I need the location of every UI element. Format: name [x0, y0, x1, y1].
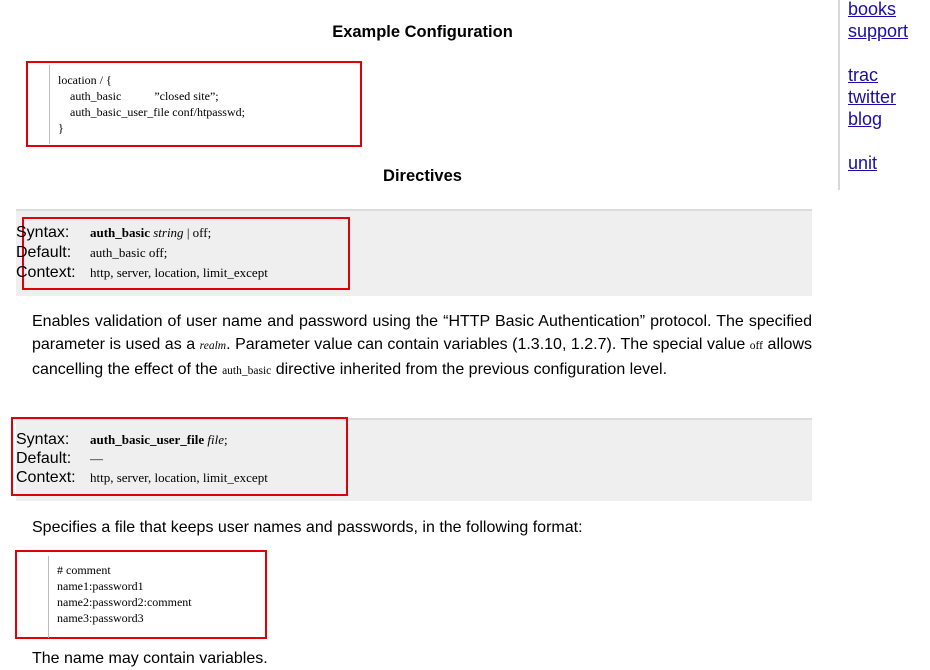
directive-name: auth_basic [90, 225, 150, 240]
off-code: off [749, 340, 763, 352]
trailing-text: The name may contain variables. [32, 650, 268, 667]
example-heading: Example Configuration [332, 23, 513, 41]
directives-heading: Directives [383, 167, 462, 185]
nav-link-support[interactable]: support [848, 20, 908, 42]
code-line: # comment [57, 563, 111, 577]
code-line: } [58, 121, 64, 135]
context-value: http, server, location, limit_except [90, 470, 268, 485]
code-line: name1:password1 [57, 579, 144, 593]
desc-text: . Parameter value can contain variables … [226, 336, 750, 353]
format-code-block: # comment name1:password1 name2:password2:… [48, 556, 192, 638]
directive-rest: | off; [183, 225, 212, 240]
user-file-description: Specifies a file that keeps user names a… [32, 519, 583, 536]
user-file-syntax-row: Syntax: auth_basic_user_file file; [16, 430, 228, 450]
code-line: auth_basic_user_file conf/htpasswd; [58, 105, 245, 119]
context-value: http, server, location, limit_except [90, 265, 268, 280]
code-line: location / { [58, 73, 112, 87]
auth-basic-description: Enables validation of user name and pass… [32, 310, 812, 383]
default-value: — [90, 451, 103, 466]
context-label: Context: [16, 264, 76, 281]
user-file-context-row: Context: http, server, location, limit_ex… [16, 468, 268, 488]
nav-link-trac[interactable]: trac [848, 64, 878, 86]
syntax-label: Syntax: [16, 224, 70, 241]
code-line: name2:password2:comment [57, 595, 192, 609]
nav-link-unit[interactable]: unit [848, 152, 877, 174]
auth-basic-context-row: Context: http, server, location, limit_ex… [16, 263, 268, 283]
user-file-default-row: Default: — [16, 449, 103, 469]
code-line: auth_basic ”closed site”; [58, 89, 219, 103]
directive-link-auth-basic[interactable]: auth_basic [222, 365, 271, 377]
directive-arg: file [207, 432, 224, 447]
nav-link-twitter[interactable]: twitter [848, 86, 896, 108]
code-line: name3:password3 [57, 611, 144, 625]
directive-rest: ; [223, 432, 228, 447]
default-value: auth_basic off; [90, 245, 168, 260]
syntax-label: Syntax: [16, 431, 70, 448]
directive-arg: string [153, 225, 184, 240]
default-label: Default: [16, 450, 72, 467]
desc-text: directive inherited from the previous co… [271, 361, 668, 378]
nav-link-books[interactable]: books [848, 0, 896, 20]
directive-name: auth_basic_user_file [90, 432, 205, 447]
nav-link-blog[interactable]: blog [848, 108, 882, 130]
auth-basic-syntax-row: Syntax: auth_basic string | off; [16, 223, 211, 243]
default-label: Default: [16, 244, 72, 261]
context-label: Context: [16, 469, 76, 486]
auth-basic-default-row: Default: auth_basic off; [16, 243, 167, 263]
example-code-block: location / { auth_basic ”closed site”; a… [49, 65, 245, 144]
realm-term: realm [199, 340, 227, 352]
